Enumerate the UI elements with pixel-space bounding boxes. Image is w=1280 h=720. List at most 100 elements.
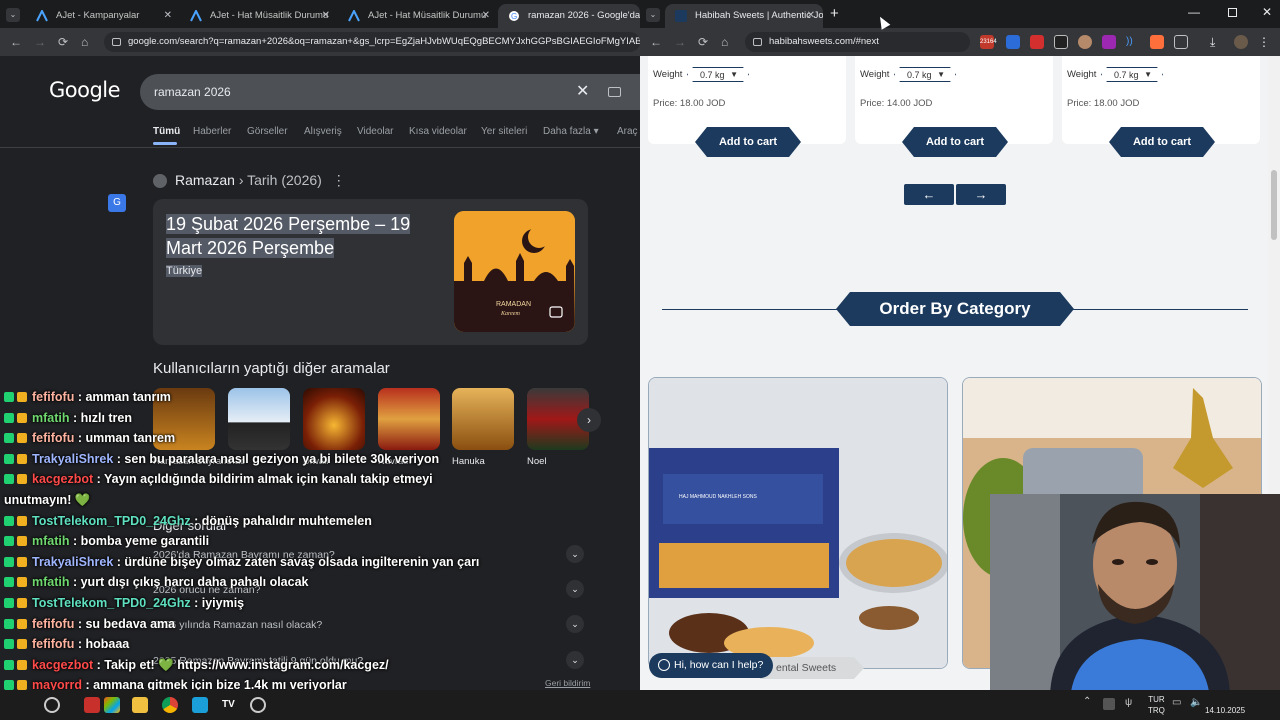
file-explorer-icon[interactable] [132,697,148,713]
chevron-up-icon[interactable]: ⌃ [1083,696,1091,707]
back-arrow-icon[interactable]: ← [10,35,22,49]
next-page-button[interactable]: → [956,184,1006,205]
chat-message: TostTelekom_TPD0_24Ghz : iyiymiş [4,596,244,610]
tab-forums[interactable]: Yer siteleri [481,126,527,137]
clear-search-icon[interactable]: ✕ [576,74,589,110]
chat-message: kacgezbot : Takip et! 💚 https://www.inst… [4,658,389,673]
chat-message: TostTelekom_TPD0_24Ghz : dönüş pahalıdır… [4,514,372,528]
chat-text: hızlı tren [80,410,133,425]
chrome-icon[interactable] [162,697,178,713]
url-text: habibahsweets.com/#next [769,36,879,47]
tab-all[interactable]: Tümü [153,126,180,137]
search-input[interactable]: ramazan 2026 ✕ [140,74,640,110]
kp-subtitle: › Tarih (2026) [238,172,322,188]
tab-list-chevron-icon[interactable]: ⌄ [6,8,20,22]
chat-username: TrakyaliShrek [32,554,114,569]
copilot-icon[interactable] [104,697,120,713]
tab-more[interactable]: Daha fazla ▾ [543,126,599,137]
back-arrow-icon[interactable]: ← [650,35,662,49]
search-icon[interactable] [44,697,60,713]
scrollbar-thumb[interactable] [1271,170,1277,240]
network-icon[interactable]: ▭ [1172,697,1181,708]
forward-arrow-icon[interactable]: → [674,35,686,49]
tab-close-icon[interactable]: ✕ [322,4,330,28]
ajet-logo-icon [190,10,202,22]
more-options-icon[interactable]: ⋮ [332,172,346,188]
streamer-webcam-image [990,494,1280,699]
extensions-puzzle-icon[interactable] [1174,35,1188,49]
tab-ajet-hat-1[interactable]: AJet - Hat Müsaitlik Durumu ✕ [180,4,338,28]
obs-icon[interactable] [250,697,266,713]
minimize-icon[interactable]: — [1188,5,1200,19]
tab-short-videos[interactable]: Kısa videolar [409,126,467,137]
add-to-cart-button[interactable]: Add to cart [695,127,801,157]
adblock-extension-icon[interactable] [1030,35,1044,49]
kp-title[interactable]: Ramazan [175,172,235,188]
tab-close-icon[interactable]: ✕ [807,4,815,28]
input-language-indicator[interactable]: TUR TRQ [1148,694,1165,716]
weight-label: Weight [653,69,683,80]
tab-ajet-kampanyalar[interactable]: AJet - Kampanyalar ✕ [26,4,180,28]
usb-icon[interactable]: ψ [1125,697,1132,708]
add-to-cart-button[interactable]: Add to cart [902,127,1008,157]
address-bar[interactable]: google.com/search?q=ramazan+2026&oq=rama… [104,32,640,52]
extension-badge-icon[interactable]: 23164 [980,35,997,49]
price-label: Price: 18.00 JOD [653,98,726,109]
home-icon[interactable]: ⌂ [721,35,728,49]
google-logo[interactable]: Google [49,78,121,102]
svg-text:G: G [511,12,517,21]
close-window-icon[interactable]: ✕ [1262,5,1272,19]
profile-avatar[interactable] [1234,35,1248,49]
app-icon[interactable] [192,697,208,713]
whatsapp-help-button[interactable]: Hi, how can I help? [649,653,773,678]
tray-icon[interactable] [1103,698,1115,710]
weight-select[interactable]: 0.7 kg ▼ [894,67,956,82]
tab-habibah-sweets[interactable]: Habibah Sweets | Authentic Jor ✕ [665,4,823,28]
tab-tools[interactable]: Araç [617,126,638,137]
ramadan-kareem-image[interactable]: RAMADAN Kareem [454,211,575,332]
home-icon[interactable]: ⌂ [81,35,88,49]
tradingview-icon[interactable]: TV [222,697,238,713]
twitch-extension-icon[interactable] [1102,35,1116,49]
extension-icon[interactable] [1078,35,1092,49]
chat-separator: : [69,410,81,425]
weight-select[interactable]: 0.7 kg ▼ [687,67,749,82]
extension-icon[interactable] [1054,35,1068,49]
tab-close-icon[interactable]: ✕ [164,4,172,28]
keyboard-icon[interactable] [608,87,621,97]
extension-icon[interactable] [1150,35,1164,49]
download-icon[interactable]: ⤓ [1210,35,1224,49]
app-icon[interactable] [84,697,100,713]
tab-close-icon[interactable]: ✕ [482,4,490,28]
address-bar[interactable]: habibahsweets.com/#next [745,32,970,52]
chat-separator: : [74,637,86,652]
taskbar-clock[interactable]: .14.10.2025 [1205,694,1245,716]
add-to-cart-button[interactable]: Add to cart [1109,127,1215,157]
forward-arrow-icon[interactable]: → [34,35,46,49]
translate-icon[interactable]: G [108,194,126,212]
tab-list-chevron-icon[interactable]: ⌄ [646,8,660,22]
chat-badge-icon [4,515,14,526]
maximize-icon[interactable] [1228,8,1237,17]
tab-google-search[interactable]: G ramazan 2026 - Google'da Ara [498,4,640,28]
weight-label: Weight [860,69,890,80]
tab-ajet-hat-2[interactable]: AJet - Hat Müsaitlik Durumu ✕ [338,4,498,28]
category-card-oriental-sweets[interactable]: HAJ MAHMOUD NAKHLEH SONS [648,377,948,669]
chat-badge-icon [17,392,27,402]
image-caption-2: Kareem [500,311,520,317]
volume-icon[interactable]: 🔈 [1190,697,1202,708]
reload-icon[interactable]: ⟳ [698,35,708,49]
site-info-icon[interactable] [112,38,121,46]
prev-page-button[interactable]: ← [904,184,954,205]
new-tab-plus-icon[interactable]: + [830,5,839,22]
category-label[interactable]: ental Sweets [760,657,864,679]
weight-select[interactable]: 0.7 kg ▼ [1101,67,1163,82]
reload-icon[interactable]: ⟳ [58,35,68,49]
tab-news[interactable]: Haberler [193,126,231,137]
voice-extension-icon[interactable]: )) [1126,35,1140,49]
tab-images[interactable]: Görseller [247,126,288,137]
browser-menu-icon[interactable]: ⋮ [1258,35,1272,49]
translate-extension-icon[interactable] [1006,35,1020,49]
tab-videos[interactable]: Videolar [357,126,394,137]
tab-shopping[interactable]: Alışveriş [304,126,342,137]
